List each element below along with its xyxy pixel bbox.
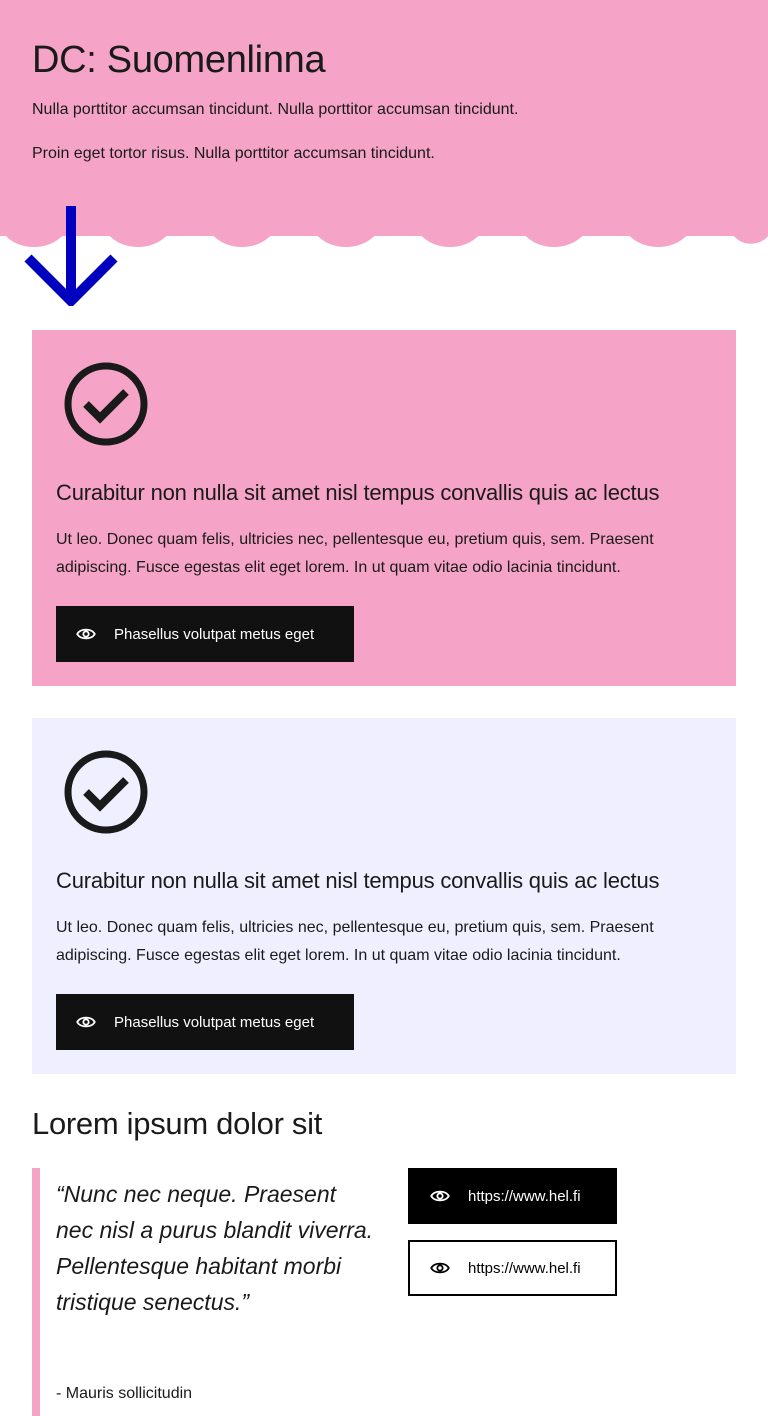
check-circle-icon bbox=[64, 362, 148, 446]
card: Curabitur non nulla sit amet nisl tempus… bbox=[32, 718, 736, 1074]
card-button[interactable]: Phasellus volutpat metus eget bbox=[56, 994, 354, 1050]
card-button[interactable]: Phasellus volutpat metus eget bbox=[56, 606, 354, 662]
card-heading: Curabitur non nulla sit amet nisl tempus… bbox=[56, 868, 660, 893]
hero-paragraph: Proin eget tortor risus. Nulla porttitor… bbox=[32, 145, 435, 162]
link-button[interactable]: https://www.hel.fi bbox=[408, 1240, 617, 1296]
quote-text: “Nunc nec neque. Praesent nec nisl a pur… bbox=[56, 1181, 374, 1315]
check-circle-icon bbox=[64, 750, 148, 834]
card-text: Ut leo. Donec quam felis, ultricies nec,… bbox=[56, 531, 654, 576]
card-button-label: Phasellus volutpat metus eget bbox=[114, 1013, 315, 1031]
card-heading: Curabitur non nulla sit amet nisl tempus… bbox=[56, 480, 660, 505]
link-button-label: https://www.hel.fi bbox=[468, 1187, 581, 1205]
hero-paragraph: Nulla porttitor accumsan tincidunt. Null… bbox=[32, 101, 519, 118]
eye-icon bbox=[76, 1016, 96, 1028]
eye-icon bbox=[430, 1262, 450, 1274]
card-button-label: Phasellus volutpat metus eget bbox=[114, 625, 315, 643]
arrow-down-icon bbox=[24, 206, 118, 306]
card-text: Ut leo. Donec quam felis, ultricies nec,… bbox=[56, 919, 654, 964]
section-heading: Lorem ipsum dolor sit bbox=[32, 1106, 323, 1141]
card: Curabitur non nulla sit amet nisl tempus… bbox=[32, 330, 736, 686]
quote-author: - Mauris sollicitudin bbox=[56, 1385, 193, 1402]
page-title: DC: Suomenlinna bbox=[32, 39, 326, 81]
quote-accent-bar bbox=[32, 1168, 40, 1416]
link-button-label: https://www.hel.fi bbox=[468, 1259, 581, 1277]
eye-icon bbox=[76, 628, 96, 640]
hero-section: DC: Suomenlinna Nulla porttitor accumsan… bbox=[0, 0, 768, 236]
link-button[interactable]: https://www.hel.fi bbox=[408, 1168, 617, 1224]
eye-icon bbox=[430, 1190, 450, 1202]
